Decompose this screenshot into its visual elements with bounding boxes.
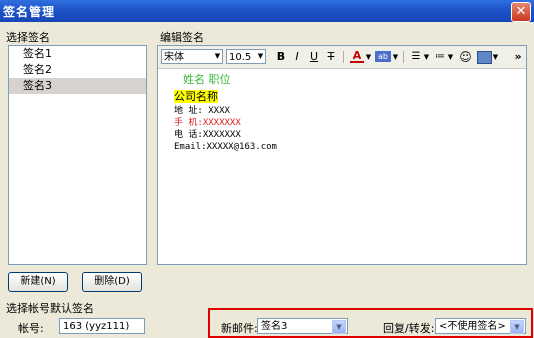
size-value: 10.5 [229,52,252,63]
new-mail-signature-select[interactable]: 签名3 ▼ [257,318,348,334]
signature-item-2[interactable]: 签名2 [9,62,146,78]
italic-button[interactable]: I [291,49,303,65]
reply-signature-select[interactable]: <不使用签名> ▼ [435,318,526,334]
chevron-down-icon: ▼ [257,52,264,60]
default-signature-label: 选择帐号默认签名 [6,302,94,315]
mobile-line: 手 机:XXXXXXX [174,118,241,128]
toolbar-divider [403,51,404,63]
reply-forward-label: 回复/转发: [383,322,435,335]
new-mail-label: 新邮件: [221,322,258,335]
chevron-down-icon[interactable]: ▼ [492,49,499,65]
new-button[interactable]: 新建(N) [8,272,68,292]
list-icon[interactable]: ≔ [434,49,446,65]
reply-value: <不使用签名> [439,321,506,332]
more-tools-button[interactable]: » [513,49,523,65]
close-button[interactable]: ✕ [511,2,531,22]
highlight-color-icon[interactable]: ab [375,51,391,62]
signature-list[interactable]: 签名1 签名2 签名3 [8,45,147,265]
title-bar: 签名管理 ✕ [0,0,534,22]
font-select[interactable]: 宋体 ▼ [161,49,223,64]
signature-content[interactable]: 姓名 职位 公司名称 地 址: XXXX 手 机:XXXXXXX 电 话:XXX… [174,74,277,153]
underline-button[interactable]: U [308,49,320,65]
company-line: 公司名称 [174,90,218,103]
signature-item-3[interactable]: 签名3 [9,78,146,94]
align-icon[interactable]: ☰ [410,49,422,65]
image-icon[interactable] [477,51,492,64]
emoji-icon[interactable]: ☺ [459,49,472,65]
font-value: 宋体 [164,52,184,63]
strikethrough-button[interactable]: T [325,49,337,65]
select-signature-label: 选择签名 [6,31,50,44]
chevron-down-icon: ▼ [510,320,524,334]
size-select[interactable]: 10.5 ▼ [226,49,266,64]
chevron-down-icon[interactable]: ▼ [423,49,430,65]
name-title-line: 姓名 职位 [183,73,231,86]
chevron-down-icon: ▼ [214,52,221,60]
account-label: 帐号: [18,322,44,335]
chevron-down-icon: ▼ [332,320,346,334]
delete-button[interactable]: 删除(D) [82,272,142,292]
signature-item-1[interactable]: 签名1 [9,46,146,62]
new-mail-value: 签名3 [261,321,288,332]
chevron-down-icon[interactable]: ▼ [392,49,399,65]
format-toolbar: 宋体 ▼ 10.5 ▼ B I U T A ▼ ab ▼ ☰ ▼ ≔ ▼ ☺ ▼… [158,46,526,69]
font-color-icon[interactable]: A [350,49,364,63]
signature-editor[interactable]: 宋体 ▼ 10.5 ▼ B I U T A ▼ ab ▼ ☰ ▼ ≔ ▼ ☺ ▼… [157,45,527,265]
chevron-down-icon[interactable]: ▼ [365,49,372,65]
address-line: 地 址: XXXX [174,106,230,116]
toolbar-divider [343,51,344,63]
chevron-down-icon[interactable]: ▼ [447,49,454,65]
email-line: Email:XXXXX@163.com [174,142,277,152]
bold-button[interactable]: B [275,49,287,65]
phone-line: 电 话:XXXXXXX [174,130,241,140]
edit-signature-label: 编辑签名 [160,31,204,44]
window-title: 签名管理 [3,5,56,19]
account-field[interactable]: 163 (yyz111) [59,318,145,334]
